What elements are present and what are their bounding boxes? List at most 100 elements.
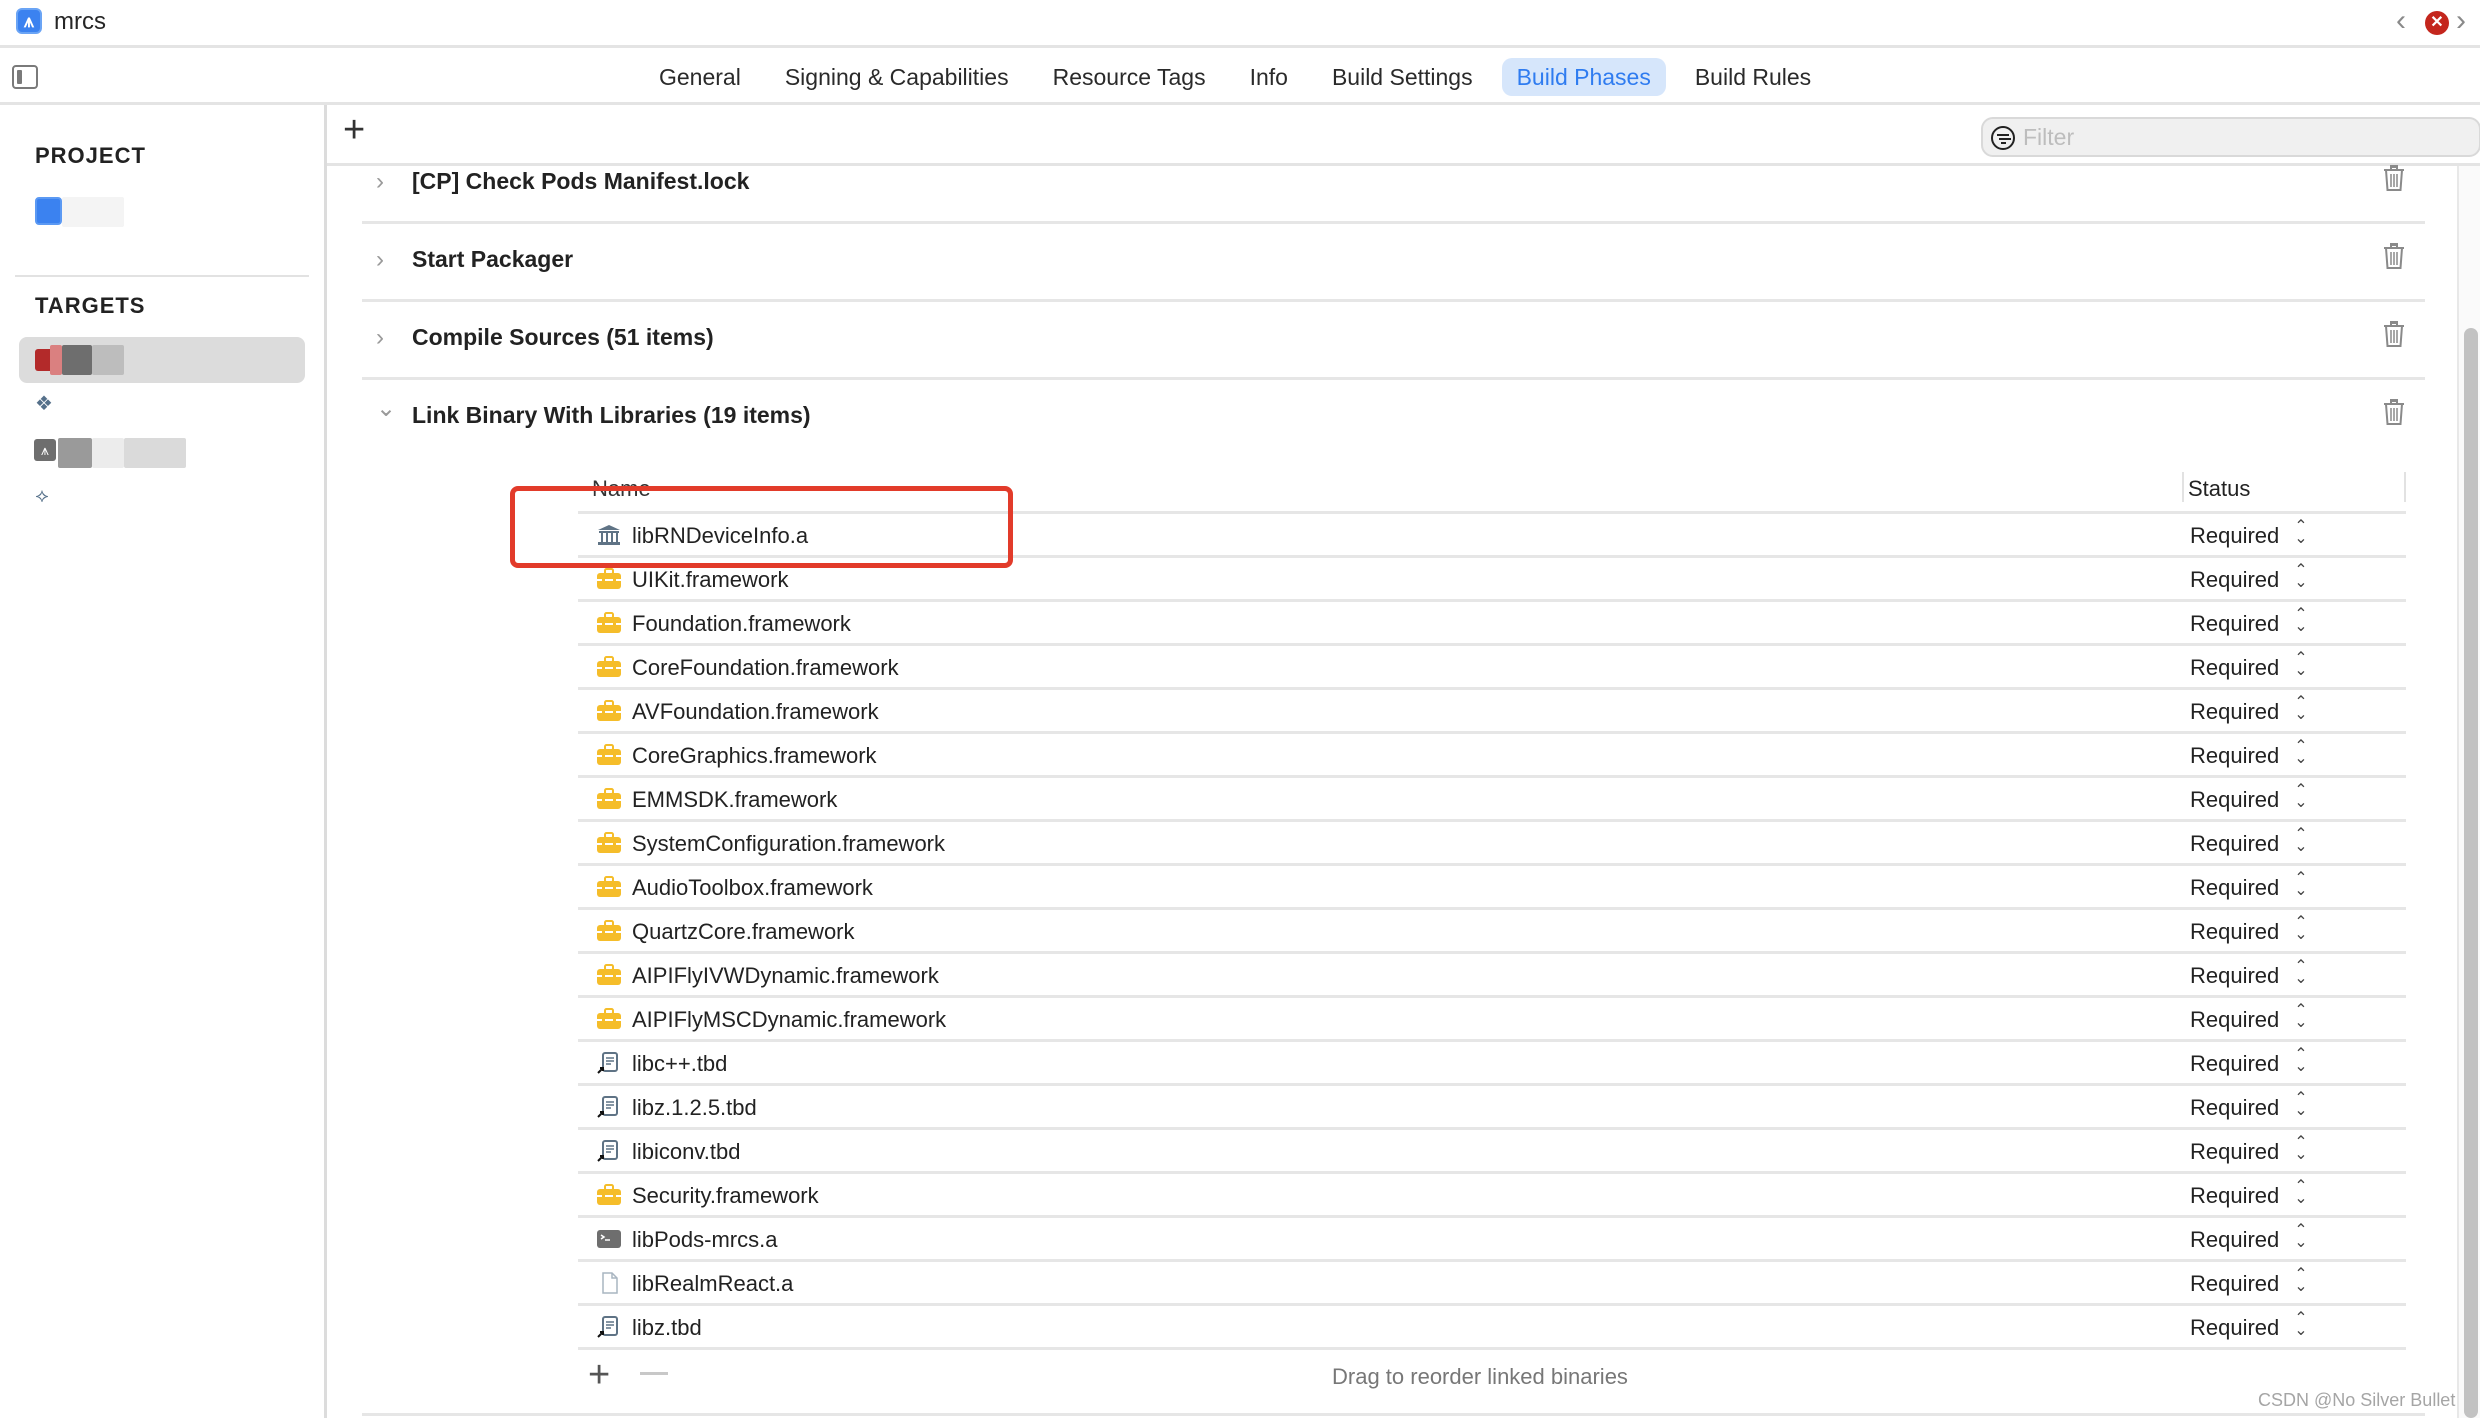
- status-popup[interactable]: Required: [2190, 743, 2279, 769]
- status-popup[interactable]: Required: [2190, 1227, 2279, 1253]
- app-store-icon: ⩚: [16, 8, 42, 34]
- library-row[interactable]: UIKit.framework Required ⌃ ⌄: [578, 558, 2406, 602]
- up-down-chevron-icon[interactable]: ⌃ ⌄: [2293, 1311, 2309, 1339]
- status-popup[interactable]: Required: [2190, 919, 2279, 945]
- trash-icon[interactable]: [2382, 320, 2406, 348]
- chevron-right-icon[interactable]: ›: [376, 324, 384, 352]
- up-down-chevron-icon[interactable]: ⌃ ⌄: [2293, 739, 2309, 767]
- library-row[interactable]: AIPIFlyIVWDynamic.framework Required ⌃ ⌄: [578, 954, 2406, 998]
- add-library-button[interactable]: +: [588, 1354, 610, 1397]
- project-target-sidebar: PROJECT TARGETS ❖ ⩚ ⟡: [0, 105, 327, 1418]
- chevron-left-icon[interactable]: ‹: [2396, 4, 2406, 38]
- up-down-chevron-icon[interactable]: ⌃ ⌄: [2293, 959, 2309, 987]
- library-row[interactable]: QuartzCore.framework Required ⌃ ⌄: [578, 910, 2406, 954]
- status-popup[interactable]: Required: [2190, 1051, 2279, 1077]
- up-down-chevron-icon[interactable]: ⌃ ⌄: [2293, 1047, 2309, 1075]
- library-row[interactable]: EMMSDK.framework Required ⌃ ⌄: [578, 778, 2406, 822]
- trash-icon[interactable]: [2382, 398, 2406, 426]
- up-down-chevron-icon[interactable]: ⌃ ⌄: [2293, 1003, 2309, 1031]
- build-phase-row[interactable]: › [CP] Check Pods Manifest.lock: [362, 146, 2425, 224]
- build-phase-title: Link Binary With Libraries (19 items): [412, 402, 811, 428]
- scrollbar-thumb[interactable]: [2464, 328, 2478, 1418]
- library-row[interactable]: Foundation.framework Required ⌃ ⌄: [578, 602, 2406, 646]
- redacted-project-name[interactable]: [62, 197, 124, 227]
- chevron-right-icon[interactable]: ›: [2456, 4, 2466, 38]
- up-down-chevron-icon[interactable]: ⌃ ⌄: [2293, 871, 2309, 899]
- status-popup[interactable]: Required: [2190, 655, 2279, 681]
- status-popup[interactable]: Required: [2190, 1183, 2279, 1209]
- sidebar-toggle-icon[interactable]: [12, 65, 38, 89]
- tbd-alias-icon: [596, 1316, 622, 1338]
- up-down-chevron-icon[interactable]: ⌃ ⌄: [2293, 1267, 2309, 1295]
- library-row[interactable]: libRealmReact.a Required ⌃ ⌄: [578, 1262, 2406, 1306]
- status-popup[interactable]: Required: [2190, 523, 2279, 549]
- tab-build-rules[interactable]: Build Rules: [1680, 58, 1826, 96]
- up-down-chevron-icon[interactable]: ⌃ ⌄: [2293, 1135, 2309, 1163]
- status-popup[interactable]: Required: [2190, 1095, 2279, 1121]
- library-row[interactable]: SystemConfiguration.framework Required ⌃ ⌄: [578, 822, 2406, 866]
- status-popup[interactable]: Required: [2190, 831, 2279, 857]
- project-heading: PROJECT: [35, 143, 146, 168]
- chevron-right-icon[interactable]: ›: [376, 168, 384, 196]
- build-phase-row[interactable]: › Start Packager: [362, 224, 2425, 302]
- trash-icon[interactable]: [2382, 242, 2406, 270]
- build-phase-row[interactable]: ⌄ Link Binary With Libraries (19 items): [362, 380, 2425, 458]
- library-row[interactable]: libz.1.2.5.tbd Required ⌃ ⌄: [578, 1086, 2406, 1130]
- library-rows: libRNDeviceInfo.a Required ⌃ ⌄ UIKit.framewo…: [578, 514, 2406, 1350]
- library-row[interactable]: AudioToolbox.framework Required ⌃ ⌄: [578, 866, 2406, 910]
- up-down-chevron-icon[interactable]: ⌃ ⌄: [2293, 563, 2309, 591]
- column-header-name[interactable]: Name: [592, 476, 651, 502]
- up-down-chevron-icon[interactable]: ⌃ ⌄: [2293, 783, 2309, 811]
- framework-icon: [596, 612, 622, 634]
- library-row[interactable]: AVFoundation.framework Required ⌃ ⌄: [578, 690, 2406, 734]
- error-icon[interactable]: ✕: [2425, 11, 2449, 35]
- test-target-icon[interactable]: ❖: [33, 393, 55, 415]
- status-popup[interactable]: Required: [2190, 1139, 2279, 1165]
- tab-build-settings[interactable]: Build Settings: [1317, 58, 1488, 96]
- column-header-status[interactable]: Status: [2188, 476, 2250, 502]
- vertical-scrollbar[interactable]: [2457, 166, 2480, 1418]
- build-phase-row[interactable]: › Compile Sources (51 items): [362, 302, 2425, 380]
- library-row[interactable]: libRNDeviceInfo.a Required ⌃ ⌄: [578, 514, 2406, 558]
- extension-target-icon[interactable]: ⟡: [31, 485, 53, 507]
- chevron-down-icon[interactable]: ⌄: [376, 394, 396, 423]
- library-row[interactable]: libc++.tbd Required ⌃ ⌄: [578, 1042, 2406, 1086]
- up-down-chevron-icon[interactable]: ⌃ ⌄: [2293, 827, 2309, 855]
- status-popup[interactable]: Required: [2190, 611, 2279, 637]
- up-down-chevron-icon[interactable]: ⌃ ⌄: [2293, 1179, 2309, 1207]
- trash-icon[interactable]: [2382, 164, 2406, 192]
- library-row[interactable]: AIPIFlyMSCDynamic.framework Required ⌃ ⌄: [578, 998, 2406, 1042]
- framework-icon: [596, 832, 622, 854]
- tab-signing-capabilities[interactable]: Signing & Capabilities: [770, 58, 1024, 96]
- status-popup[interactable]: Required: [2190, 1007, 2279, 1033]
- project-icon[interactable]: [35, 197, 62, 225]
- status-popup[interactable]: Required: [2190, 875, 2279, 901]
- library-row[interactable]: libPods-mrcs.a Required ⌃ ⌄: [578, 1218, 2406, 1262]
- tab-resource-tags[interactable]: Resource Tags: [1038, 58, 1221, 96]
- tab-info[interactable]: Info: [1235, 58, 1303, 96]
- library-row[interactable]: CoreFoundation.framework Required ⌃ ⌄: [578, 646, 2406, 690]
- library-row[interactable]: Security.framework Required ⌃ ⌄: [578, 1174, 2406, 1218]
- status-popup[interactable]: Required: [2190, 1315, 2279, 1341]
- library-name: libiconv.tbd: [632, 1139, 741, 1164]
- up-down-chevron-icon[interactable]: ⌃ ⌄: [2293, 915, 2309, 943]
- status-popup[interactable]: Required: [2190, 787, 2279, 813]
- up-down-chevron-icon[interactable]: ⌃ ⌄: [2293, 519, 2309, 547]
- up-down-chevron-icon[interactable]: ⌃ ⌄: [2293, 1091, 2309, 1119]
- remove-library-button[interactable]: [640, 1372, 668, 1375]
- status-popup[interactable]: Required: [2190, 1271, 2279, 1297]
- tab-general[interactable]: General: [644, 58, 756, 96]
- app-target-icon[interactable]: ⩚: [34, 439, 56, 461]
- chevron-right-icon[interactable]: ›: [376, 246, 384, 274]
- status-popup[interactable]: Required: [2190, 567, 2279, 593]
- up-down-chevron-icon[interactable]: ⌃ ⌄: [2293, 607, 2309, 635]
- tab-build-phases[interactable]: Build Phases: [1501, 58, 1666, 96]
- status-popup[interactable]: Required: [2190, 963, 2279, 989]
- status-popup[interactable]: Required: [2190, 699, 2279, 725]
- library-row[interactable]: libiconv.tbd Required ⌃ ⌄: [578, 1130, 2406, 1174]
- up-down-chevron-icon[interactable]: ⌃ ⌄: [2293, 651, 2309, 679]
- library-row[interactable]: CoreGraphics.framework Required ⌃ ⌄: [578, 734, 2406, 778]
- up-down-chevron-icon[interactable]: ⌃ ⌄: [2293, 695, 2309, 723]
- library-row[interactable]: libz.tbd Required ⌃ ⌄: [578, 1306, 2406, 1350]
- up-down-chevron-icon[interactable]: ⌃ ⌄: [2293, 1223, 2309, 1251]
